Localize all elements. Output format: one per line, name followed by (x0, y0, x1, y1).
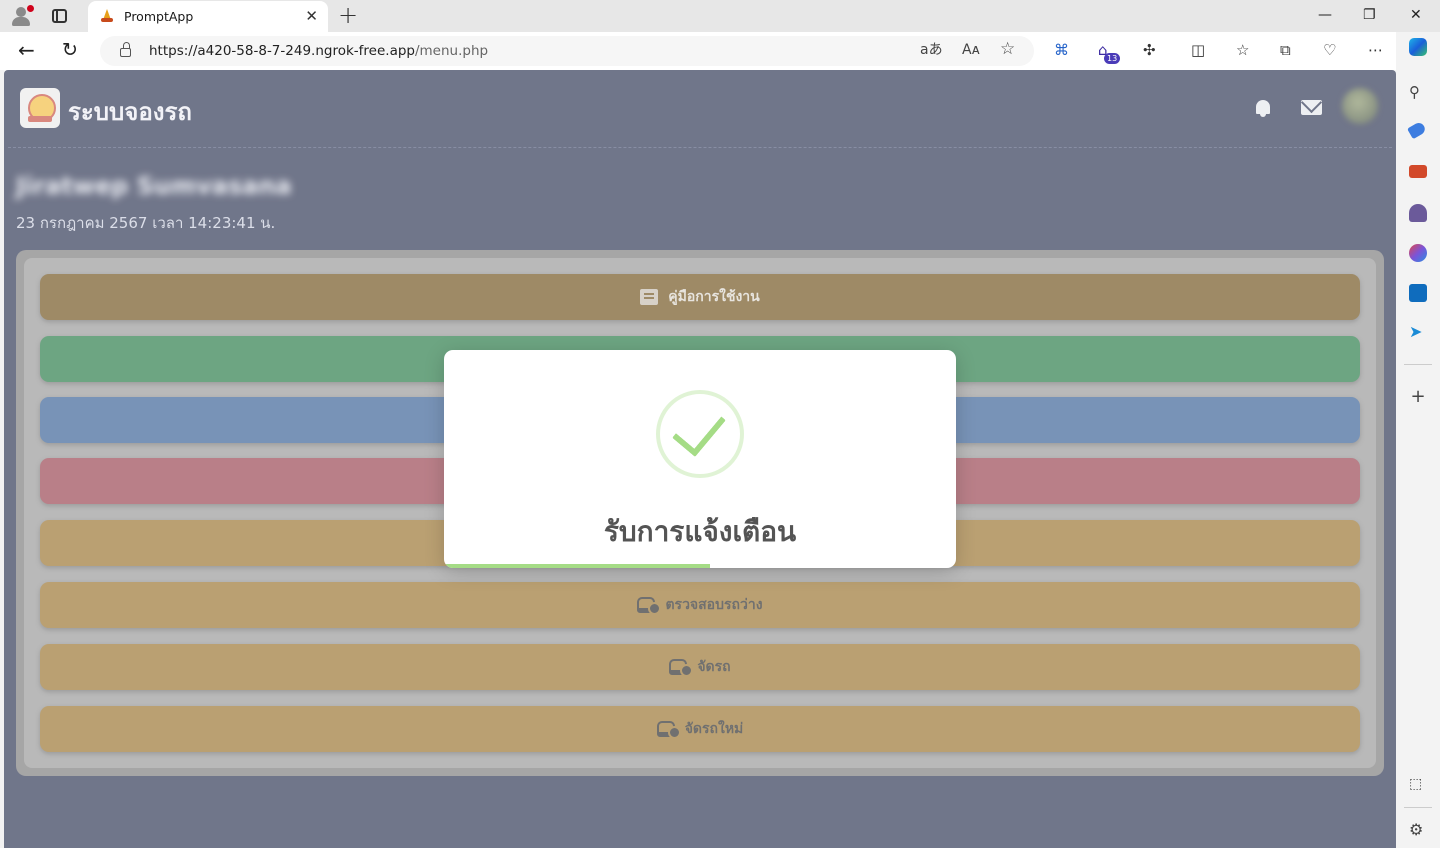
profile-icon[interactable] (10, 5, 34, 27)
read-aloud-icon[interactable]: Aᴀ (962, 41, 980, 59)
close-window-button[interactable]: ✕ (1410, 6, 1422, 24)
tools-briefcase-icon[interactable] (1409, 165, 1427, 178)
more-menu-icon[interactable]: ⋯ (1368, 41, 1383, 59)
extensions-icon[interactable]: ✣ (1143, 41, 1156, 59)
edge-sidebar: ⚲ ➤ + ⬚ ⚙ (1396, 32, 1440, 848)
favorites-icon[interactable]: ☆ (1236, 41, 1249, 59)
address-toolbar: ← ↻ https://a420-58-8-7-249.ngrok-free.a… (0, 32, 1440, 70)
favorite-star-icon[interactable]: ☆ (1000, 40, 1015, 58)
games-icon[interactable] (1409, 204, 1427, 222)
translator-extension-icon[interactable]: ⌘ (1054, 41, 1069, 59)
add-sidebar-icon[interactable]: + (1409, 386, 1427, 407)
alert-timer-progress (444, 564, 711, 568)
alert-title: รับการแจ้งเตือน (603, 515, 797, 548)
microsoft365-icon[interactable] (1409, 244, 1427, 262)
new-tab-button[interactable]: + (338, 3, 358, 27)
translate-icon[interactable]: aあ (920, 41, 943, 59)
extension-badge: 13 (1104, 53, 1121, 64)
success-check-icon (656, 390, 744, 478)
screenshot-icon[interactable]: ⬚ (1409, 776, 1427, 794)
reload-icon[interactable]: ↻ (62, 39, 78, 61)
outlook-icon[interactable] (1409, 284, 1427, 302)
settings-gear-icon[interactable]: ⚙ (1409, 820, 1427, 839)
split-screen-icon[interactable]: ◫ (1191, 41, 1205, 59)
browser-tab-bar: PromptApp ✕ + — ❐ ✕ (0, 0, 1440, 32)
success-alert-dialog[interactable]: รับการแจ้งเตือน (444, 350, 956, 568)
send-telegram-icon[interactable]: ➤ (1409, 322, 1427, 341)
tab-actions-icon[interactable] (52, 9, 67, 23)
lock-icon[interactable] (120, 42, 131, 57)
back-arrow-icon[interactable]: ← (18, 39, 35, 61)
minimize-button[interactable]: — (1318, 6, 1332, 24)
shopping-tag-icon[interactable] (1407, 120, 1427, 140)
restore-button[interactable]: ❐ (1363, 6, 1376, 24)
search-icon[interactable]: ⚲ (1409, 83, 1427, 101)
url-text[interactable]: https://a420-58-8-7-249.ngrok-free.app/m… (149, 43, 488, 59)
copilot-icon[interactable] (1409, 38, 1427, 56)
sidebar-divider (1404, 807, 1432, 808)
browser-essentials-icon[interactable]: ♡ (1323, 41, 1336, 59)
tab-close-icon[interactable]: ✕ (305, 7, 318, 25)
collections-icon[interactable]: ⧉ (1280, 41, 1291, 59)
sidebar-divider (1404, 364, 1432, 365)
browser-tab[interactable]: PromptApp ✕ (88, 1, 328, 32)
address-bar[interactable]: https://a420-58-8-7-249.ngrok-free.app/m… (100, 36, 1034, 66)
tab-favicon-icon (100, 9, 114, 23)
tab-title: PromptApp (124, 9, 194, 24)
